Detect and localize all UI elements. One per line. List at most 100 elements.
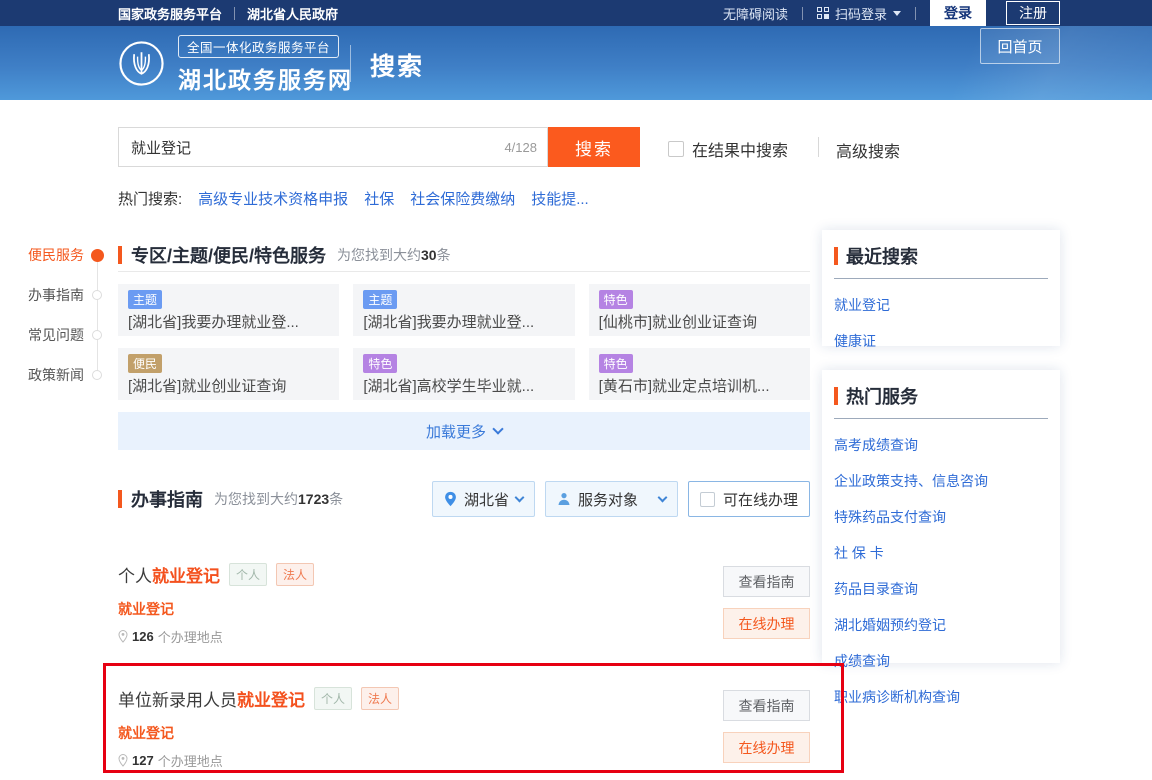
- location-pin-icon: [118, 754, 128, 767]
- card-tag: 主题: [128, 290, 162, 309]
- title-keyword: 就业登记: [237, 691, 305, 710]
- result-category-link[interactable]: 就业登记: [118, 723, 810, 743]
- search-page: 国家政务服务平台 湖北省人民政府 无障碍阅读 扫码登录 登录 注册 全国一体化政…: [0, 0, 1152, 780]
- card-title: [湖北省]就业创业证查询: [128, 375, 329, 396]
- title-prefix: 单位新录用人员: [118, 691, 237, 710]
- result-category-link[interactable]: 就业登记: [118, 599, 810, 619]
- special-card[interactable]: 主题 [湖北省]我要办理就业登...: [353, 284, 574, 336]
- section-accent-bar: [118, 490, 122, 508]
- section-accent-bar: [834, 247, 838, 265]
- back-home-button[interactable]: 回首页: [980, 28, 1060, 64]
- hot-service-link[interactable]: 药品目录查询: [834, 579, 1048, 599]
- online-filter-label: 可在线办理: [723, 489, 798, 510]
- scan-login-dropdown[interactable]: 扫码登录: [817, 4, 901, 23]
- card-title: [仙桃市]就业创业证查询: [599, 311, 800, 332]
- search-input[interactable]: [119, 139, 504, 156]
- special-card[interactable]: 主题 [湖北省]我要办理就业登...: [118, 284, 339, 336]
- site-name[interactable]: 湖北政务服务网: [178, 61, 353, 95]
- count-prefix: 为您找到大约: [337, 247, 421, 263]
- audience-filter-dropdown[interactable]: 服务对象: [545, 481, 678, 517]
- nav-item-policy-news[interactable]: 政策新闻: [28, 355, 108, 395]
- nav-item-faq[interactable]: 常见问题: [28, 315, 108, 355]
- checkbox-icon[interactable]: [700, 492, 715, 507]
- special-card[interactable]: 便民 [湖北省]就业创业证查询: [118, 348, 339, 400]
- register-button[interactable]: 注册: [1006, 1, 1060, 25]
- nav-item-label: 办事指南: [28, 285, 84, 305]
- card-tag: 主题: [363, 290, 397, 309]
- view-guide-button[interactable]: 查看指南: [723, 690, 810, 721]
- hot-service-link[interactable]: 职业病诊断机构查询: [834, 687, 1048, 707]
- location-count: 127: [132, 753, 154, 768]
- location-count: 126: [132, 629, 154, 644]
- recent-search-link[interactable]: 健康证: [834, 331, 1048, 351]
- hot-search-link[interactable]: 技能提...: [531, 188, 589, 209]
- hot-service-link[interactable]: 特殊药品支付查询: [834, 507, 1048, 527]
- result-title-link[interactable]: 单位新录用人员就业登记: [118, 686, 305, 711]
- location-pin-icon: [118, 630, 128, 643]
- hot-service-link[interactable]: 企业政策支持、信息咨询: [834, 471, 1048, 491]
- audience-filter-value: 服务对象: [578, 489, 638, 510]
- region-filter-value: 湖北省: [464, 489, 509, 510]
- nav-dot-icon: [91, 249, 104, 262]
- hot-search-link[interactable]: 社会保险费缴纳: [410, 188, 515, 209]
- location-suffix: 个办理地点: [158, 627, 223, 646]
- special-card[interactable]: 特色 [黄石市]就业定点培训机...: [589, 348, 810, 400]
- view-guide-button[interactable]: 查看指南: [723, 566, 810, 597]
- nav-item-service-guide[interactable]: 办事指南: [28, 275, 108, 315]
- recent-search-panel: 最近搜索 就业登记 健康证: [822, 230, 1060, 346]
- hot-service-link[interactable]: 成绩查询: [834, 651, 1048, 671]
- special-cards-grid: 主题 [湖北省]我要办理就业登... 主题 [湖北省]我要办理就业登... 特色…: [118, 284, 810, 400]
- accessibility-link[interactable]: 无障碍阅读: [723, 4, 788, 23]
- platform-badge: 全国一体化政务服务平台: [178, 35, 339, 58]
- guide-title-group: 办事指南 为您找到大约1723条: [118, 486, 343, 512]
- search-button[interactable]: 搜索: [548, 127, 640, 167]
- nav-item-label: 便民服务: [28, 245, 84, 265]
- result-title-row: 个人就业登记 个人 法人: [118, 562, 810, 587]
- special-card[interactable]: 特色 [湖北省]高校学生毕业就...: [353, 348, 574, 400]
- checkbox-icon[interactable]: [668, 141, 684, 157]
- hot-service-link[interactable]: 湖北婚姻预约登记: [834, 615, 1048, 635]
- hot-service-link[interactable]: 高考成绩查询: [834, 435, 1048, 455]
- search-in-results-checkbox[interactable]: 在结果中搜索: [668, 137, 788, 161]
- card-title: [湖北省]我要办理就业登...: [363, 311, 564, 332]
- result-actions: 查看指南 在线办理: [723, 690, 810, 763]
- site-identity: 全国一体化政务服务平台 湖北政务服务网: [178, 35, 353, 95]
- login-button[interactable]: 登录: [930, 0, 986, 26]
- title-keyword: 就业登记: [152, 567, 220, 586]
- card-title: [湖北省]我要办理就业登...: [128, 311, 329, 332]
- recent-search-link[interactable]: 就业登记: [834, 295, 1048, 315]
- handle-online-button[interactable]: 在线办理: [723, 608, 810, 639]
- title-prefix: 个人: [118, 567, 152, 586]
- nav-item-convenience-services[interactable]: 便民服务: [28, 235, 108, 275]
- section-title: 专区/主题/便民/特色服务: [131, 242, 326, 268]
- card-tag: 特色: [363, 354, 397, 373]
- handle-online-button[interactable]: 在线办理: [723, 732, 810, 763]
- qr-code-icon: [817, 7, 829, 19]
- region-filter-dropdown[interactable]: 湖北省: [432, 481, 535, 517]
- special-card[interactable]: 特色 [仙桃市]就业创业证查询: [589, 284, 810, 336]
- hot-service-link[interactable]: 社 保 卡: [834, 543, 1048, 563]
- search-box: 4/128: [118, 127, 548, 167]
- result-title-row: 单位新录用人员就业登记 个人 法人: [118, 686, 810, 711]
- hot-search-link[interactable]: 高级专业技术资格申报: [198, 188, 348, 209]
- chevron-down-icon: [515, 493, 525, 503]
- section-title: 办事指南: [131, 486, 203, 512]
- national-portal-link[interactable]: 国家政务服务平台: [118, 4, 222, 23]
- hot-search-link[interactable]: 社保: [364, 188, 394, 209]
- scan-login-label: 扫码登录: [835, 4, 887, 23]
- nav-dot-icon: [92, 290, 102, 300]
- separator: [802, 7, 803, 20]
- top-utility-bar: 国家政务服务平台 湖北省人民政府 无障碍阅读 扫码登录 登录 注册: [0, 0, 1152, 26]
- result-title-link[interactable]: 个人就业登记: [118, 562, 220, 587]
- advanced-search-link[interactable]: 高级搜索: [836, 138, 900, 162]
- provincial-gov-link[interactable]: 湖北省人民政府: [247, 4, 338, 23]
- panel-header: 热门服务: [834, 383, 1048, 409]
- location-pin-icon: [444, 491, 457, 507]
- guide-filters: 湖北省 服务对象 可在线办理: [432, 481, 810, 517]
- online-filter-checkbox[interactable]: 可在线办理: [688, 481, 810, 517]
- special-section-header: 专区/主题/便民/特色服务 为您找到大约30条: [118, 239, 810, 272]
- result-count: 为您找到大约1723条: [214, 489, 343, 509]
- search-in-results-label: 在结果中搜索: [692, 137, 788, 161]
- section-accent-bar: [118, 246, 122, 264]
- load-more-button[interactable]: 加载更多: [118, 412, 810, 450]
